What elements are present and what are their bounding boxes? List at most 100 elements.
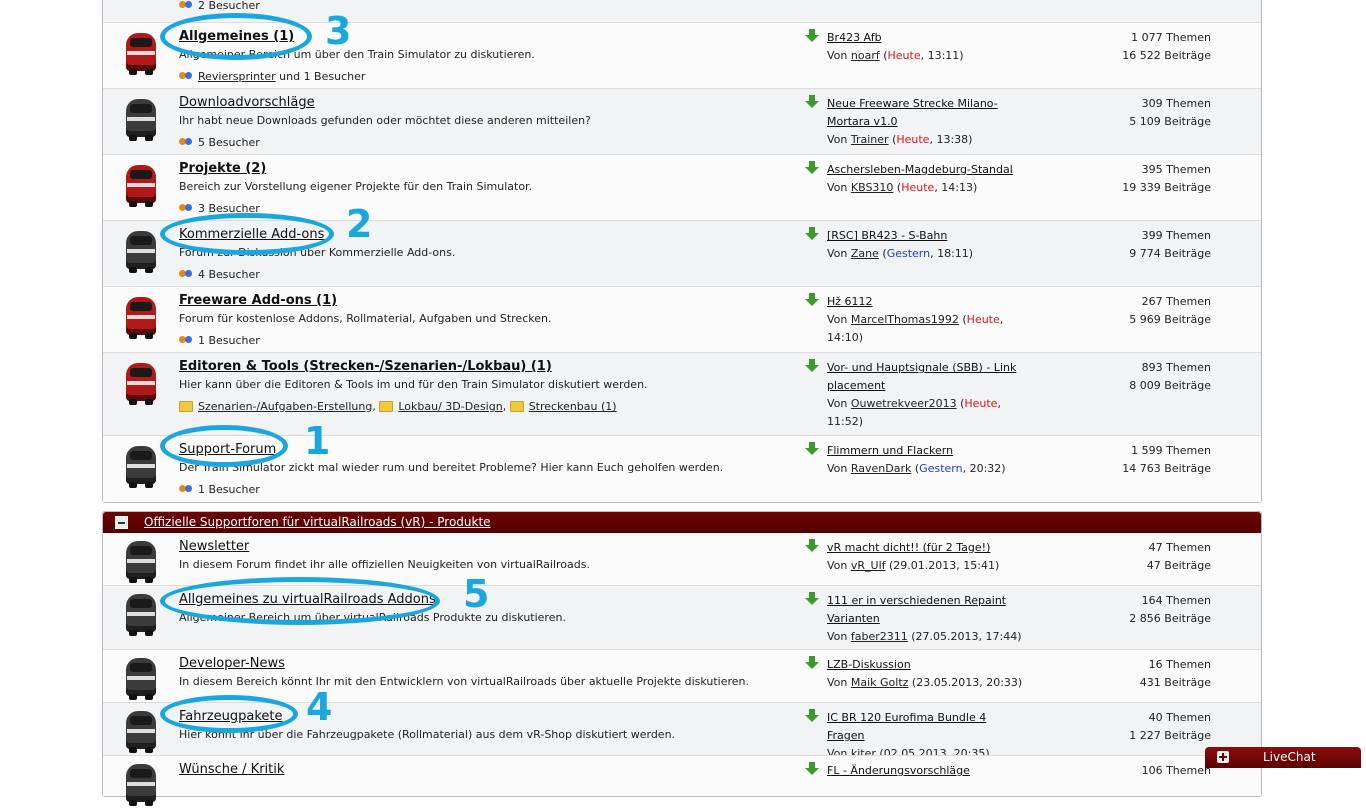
go-to-last-post-icon[interactable]	[805, 539, 819, 553]
last-post-title-link[interactable]: FL - Änderungsvorschläge	[827, 764, 970, 777]
subforum-link[interactable]: Szenarien-/Aufgaben-Erstellung	[198, 400, 372, 413]
last-post-user-link[interactable]: noarf	[851, 49, 880, 62]
forum-status-icon	[123, 359, 159, 407]
last-post-title-link[interactable]: [RSC] BR423 - S-Bahn	[827, 229, 947, 242]
annotation-number: 2	[346, 202, 373, 246]
last-post-user-link[interactable]: faber2311	[851, 630, 908, 643]
last-post-user-link[interactable]: MarcelThomas1992	[851, 313, 959, 326]
last-post-title-link[interactable]: Flimmern und Flackern	[827, 444, 953, 457]
forum-description: Allgemeiner Bereich um über den Train Si…	[179, 48, 535, 61]
forum-stats: 267 Themen 5 969 Beiträge	[1129, 295, 1211, 326]
forum-title-link[interactable]: Kommerzielle Add-ons	[179, 227, 324, 242]
forum-description: Forum für kostenlose Addons, Rollmateria…	[179, 312, 552, 325]
forum-visitors: 1 Besucher	[179, 334, 260, 347]
go-to-last-post-icon[interactable]	[805, 29, 819, 43]
forum-stats: 1 599 Themen 14 763 Beiträge	[1122, 444, 1211, 475]
annotation-number: 3	[325, 9, 352, 53]
subforum-link[interactable]: Streckenbau (1)	[529, 400, 617, 413]
go-to-last-post-icon[interactable]	[805, 293, 819, 307]
forum-section-main: 2 Besucher Allgemeines (1) Allgemeiner B…	[102, 0, 1262, 503]
forum-title-link[interactable]: Allgemeines (1)	[179, 29, 294, 44]
forum-title-link[interactable]: Developer-News	[179, 656, 285, 671]
livechat-button[interactable]: LiveChat	[1205, 747, 1361, 768]
forum-title-link[interactable]: Editoren & Tools (Strecken-/Szenarien-/L…	[179, 359, 552, 374]
last-post: vR macht dicht!! (für 2 Tage!) Von vR_Ul…	[827, 541, 1000, 572]
forum-stats: 893 Themen 8 009 Beiträge	[1129, 361, 1211, 392]
subforum-link[interactable]: Lokbau/ 3D-Design	[398, 400, 502, 413]
forum-title-link[interactable]: Wünsche / Kritik	[179, 762, 284, 777]
visitors-icon	[179, 203, 193, 213]
last-post-user-link[interactable]: Zane	[851, 247, 879, 260]
forum-row: Fahrzeugpakete Hier könnt ihr über die F…	[103, 702, 1261, 760]
annotation-number: 1	[304, 419, 331, 463]
last-post: Hž 6112 Von MarcelThomas1992 (Heute, 14:…	[827, 295, 1004, 344]
forum-status-icon	[123, 95, 159, 143]
forum-visitors: 4 Besucher	[179, 268, 260, 281]
last-post-user-link[interactable]: Ouwetrekveer2013	[851, 397, 957, 410]
last-post-title-link[interactable]: vR macht dicht!! (für 2 Tage!)	[827, 541, 990, 554]
forum-row: Downloadvorschläge Ihr habt neue Downloa…	[103, 88, 1261, 154]
last-post: FL - Änderungsvorschläge	[827, 762, 1027, 780]
forum-row: Support-Forum Der Train Simulator zickt …	[103, 435, 1261, 502]
forum-title-link[interactable]: Downloadvorschläge	[179, 95, 315, 110]
forum-status-icon	[123, 590, 159, 638]
forum-title-link[interactable]: Projekte (2)	[179, 161, 266, 176]
forum-description: Forum zur Diskussion über Kommerzielle A…	[179, 246, 456, 259]
last-post-title-link[interactable]: 111 er in verschiedenen Repaint Variante…	[827, 594, 1006, 625]
go-to-last-post-icon[interactable]	[805, 762, 819, 776]
forum-title-link[interactable]: Allgemeines zu virtualRailroads Addons	[179, 592, 436, 607]
forum-stats: 47 Themen 47 Beiträge	[1146, 541, 1211, 572]
last-post: Br423 Afb Von noarf (Heute, 13:11)	[827, 31, 964, 62]
forum-stats: 399 Themen 9 774 Beiträge	[1129, 229, 1211, 260]
last-post-user-link[interactable]: Maik Goltz	[851, 676, 909, 689]
forum-row: Developer-News In diesem Bereich könnt I…	[103, 649, 1261, 702]
visitors-icon	[179, 269, 193, 279]
visitors-icon	[179, 335, 193, 345]
subforum-list: Szenarien-/Aufgaben-Erstellung, Lokbau/ …	[179, 400, 617, 413]
last-post-user-link[interactable]: KBS310	[851, 181, 894, 194]
forum-status-icon	[123, 442, 159, 490]
plus-icon	[1217, 751, 1229, 763]
last-post-title-link[interactable]: Neue Freeware Strecke Milano-Mortara v1.…	[827, 97, 998, 128]
forum-visitors: 3 Besucher	[179, 202, 260, 215]
go-to-last-post-icon[interactable]	[805, 442, 819, 456]
visitors-icon	[179, 137, 193, 147]
forum-stats: 106 Themen	[1141, 764, 1211, 777]
collapse-icon[interactable]	[115, 516, 128, 529]
go-to-last-post-icon[interactable]	[805, 592, 819, 606]
visitors-icon	[179, 484, 193, 494]
last-post-title-link[interactable]: Br423 Afb	[827, 31, 882, 44]
forum-row: Wünsche / Kritik FL - Änderungsvorschläg…	[103, 755, 1261, 806]
forum-description: Ihr habt neue Downloads gefunden oder mö…	[179, 114, 591, 127]
forum-description: Hier kann über die Editoren & Tools im u…	[179, 378, 648, 391]
last-post-user-link[interactable]: Trainer	[851, 133, 889, 146]
go-to-last-post-icon[interactable]	[805, 227, 819, 241]
forum-title-link[interactable]: Freeware Add-ons (1)	[179, 293, 337, 308]
folder-icon	[179, 401, 193, 412]
visitor-user-link[interactable]: Reviersprinter	[198, 70, 276, 83]
go-to-last-post-icon[interactable]	[805, 709, 819, 723]
last-post-user-link[interactable]: vR_Ulf	[851, 559, 886, 572]
last-post-user-link[interactable]: RavenDark	[851, 462, 912, 475]
forum-status-icon	[123, 293, 159, 341]
last-post-title-link[interactable]: Vor- und Hauptsignale (SBB) - Link place…	[827, 361, 1016, 392]
last-post-title-link[interactable]: LZB-Diskussion	[827, 658, 911, 671]
annotation-number: 4	[306, 685, 333, 729]
go-to-last-post-icon[interactable]	[805, 95, 819, 109]
last-post: Neue Freeware Strecke Milano-Mortara v1.…	[827, 97, 998, 146]
go-to-last-post-icon[interactable]	[805, 656, 819, 670]
category-title-link[interactable]: Offizielle Supportforen für virtualRailr…	[144, 515, 491, 529]
last-post-title-link[interactable]: Aschersleben-Magdeburg-Standal	[827, 163, 1013, 176]
go-to-last-post-icon[interactable]	[805, 359, 819, 373]
last-post: Vor- und Hauptsignale (SBB) - Link place…	[827, 361, 1017, 428]
forum-title-link[interactable]: Newsletter	[179, 539, 249, 554]
last-post-title-link[interactable]: IC BR 120 Eurofima Bundle 4 Fragen	[827, 711, 986, 742]
forum-row: Freeware Add-ons (1) Forum für kostenlos…	[103, 286, 1261, 352]
last-post-title-link[interactable]: Hž 6112	[827, 295, 873, 308]
forum-description: In diesem Bereich könnt Ihr mit den Entw…	[179, 675, 750, 688]
visitors-icon	[179, 0, 193, 10]
go-to-last-post-icon[interactable]	[805, 161, 819, 175]
forum-title-link[interactable]: Support-Forum	[179, 442, 276, 457]
forum-title-link[interactable]: Fahrzeugpakete	[179, 709, 283, 724]
last-post: Flimmern und Flackern Von RavenDark (Ges…	[827, 444, 1006, 475]
